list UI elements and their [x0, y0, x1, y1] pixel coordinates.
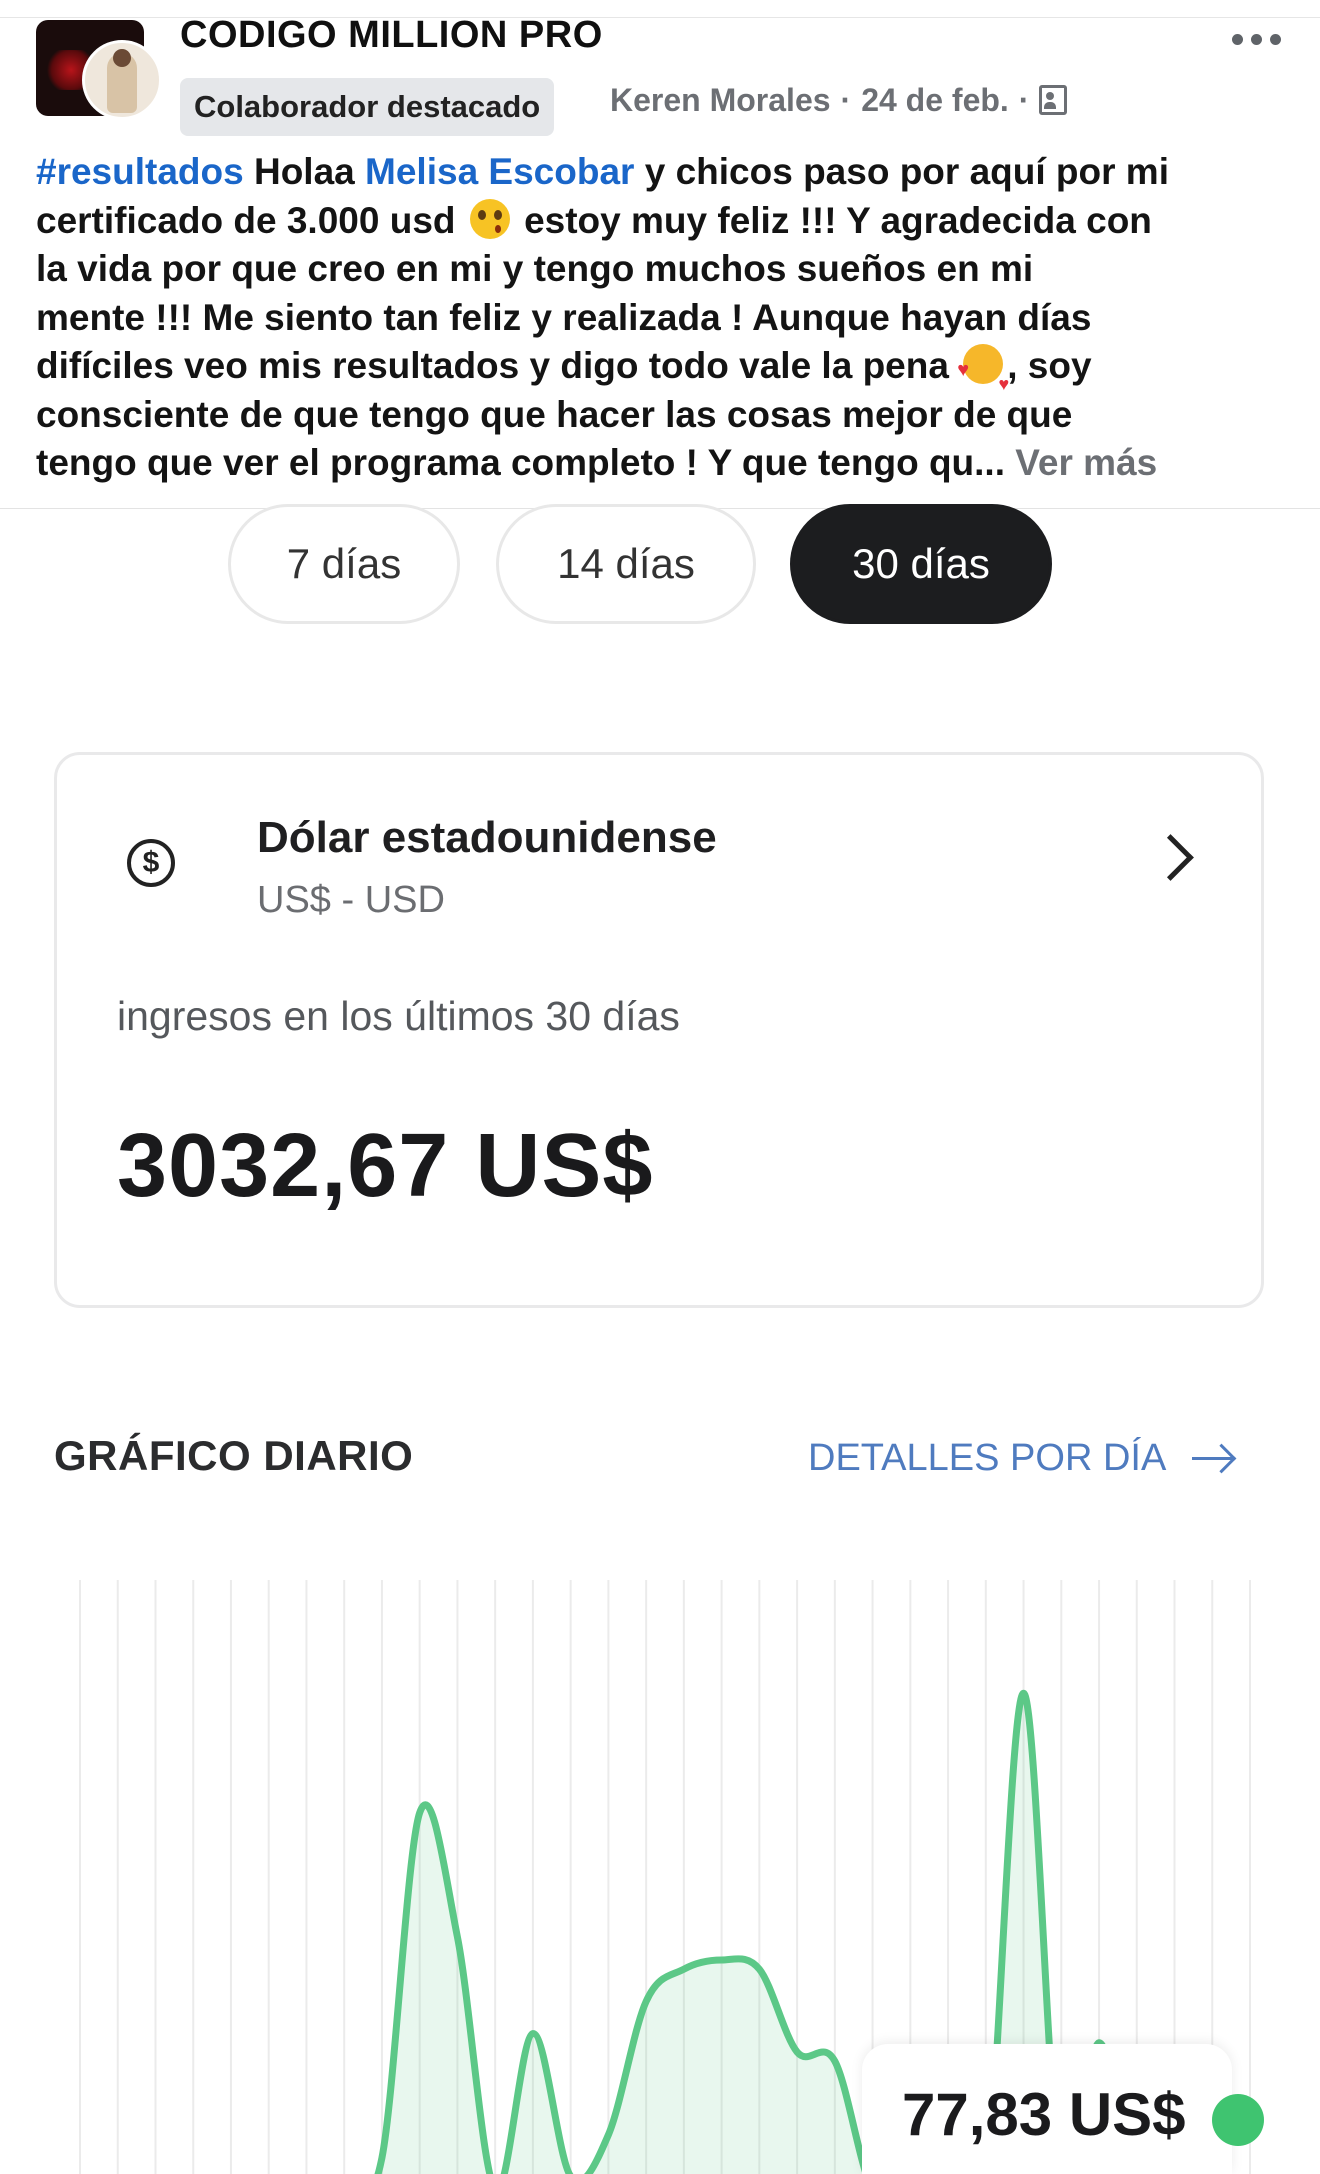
contributor-badge: Colaborador destacado	[180, 78, 555, 136]
tab-30-days[interactable]: 30 días	[790, 504, 1052, 624]
post-line: la vida por que creo en mi y tengo mucho…	[36, 248, 1034, 289]
details-by-day-link[interactable]: DETALLES POR DÍA	[808, 1434, 1234, 1482]
post-text-segment: y chicos paso por aquí por mi	[634, 151, 1169, 192]
post-text-segment: difíciles veo mis resultados y digo todo…	[36, 345, 960, 386]
see-more-link[interactable]: Ver más	[1015, 442, 1157, 483]
chart-tooltip: 77,83 US$	[862, 2044, 1232, 2174]
meta-separator: ·	[1018, 81, 1030, 118]
smiling-face-with-hearts-icon	[957, 344, 1009, 409]
currency-code: US$ - USD	[257, 879, 445, 921]
post-line: #resultados Holaa Melisa Escobar y chico…	[36, 148, 1296, 197]
income-value: 3032,67 US$	[117, 1116, 654, 1216]
more-options-icon[interactable]	[1232, 28, 1284, 50]
mention-link[interactable]: Melisa Escobar	[365, 151, 634, 192]
author-avatar[interactable]	[82, 40, 162, 120]
chevron-right-icon[interactable]	[1147, 834, 1194, 881]
post-line: consciente de que tengo que hacer las co…	[36, 393, 1073, 435]
group-name[interactable]: CODIGO MILLION PRO	[180, 14, 603, 57]
tab-7-days[interactable]: 7 días	[228, 504, 460, 624]
loudly-crying-face-icon	[469, 198, 510, 239]
post-date[interactable]: 24 de feb.	[861, 82, 1009, 119]
post-meta: Keren Morales · 24 de feb. ·	[610, 80, 1068, 120]
currency-card[interactable]: $ Dólar estadounidense US$ - USD ingreso…	[54, 752, 1264, 1308]
currency-name: Dólar estadounidense	[257, 813, 717, 862]
arrow-right-icon	[1192, 1448, 1234, 1468]
post-text-segment: certificado de 3.000 usd	[36, 199, 466, 241]
post-text-segment: tengo que ver el programa completo ! Y q…	[36, 442, 1016, 483]
post-body: #resultados Holaa Melisa Escobar y chico…	[36, 148, 1296, 488]
post-text-segment: , soy	[1007, 345, 1092, 386]
meta-separator: ·	[840, 81, 852, 118]
dollar-circle-icon: $	[127, 839, 175, 887]
income-label: ingresos en los últimos 30 días	[117, 993, 680, 1039]
series-dot-icon	[1212, 2094, 1264, 2146]
daily-chart-title: GRÁFICO DIARIO	[54, 1432, 414, 1479]
author-name[interactable]: Keren Morales	[610, 82, 831, 119]
post-line: tengo que ver el programa completo ! Y q…	[36, 439, 1296, 488]
group-members-icon	[1039, 85, 1068, 115]
post-line: certificado de 3.000 usd estoy muy feliz…	[36, 197, 1296, 246]
post-line: difíciles veo mis resultados y digo todo…	[36, 342, 1296, 409]
hashtag-link[interactable]: #resultados	[36, 151, 244, 192]
tab-14-days[interactable]: 14 días	[496, 504, 756, 624]
facebook-post: CODIGO MILLION PRO Colaborador destacado…	[0, 0, 1320, 509]
range-tabs: 7 días 14 días 30 días	[0, 504, 1320, 628]
tooltip-value: 77,83 US$	[902, 2081, 1186, 2148]
post-text-segment: Holaa	[243, 151, 366, 192]
details-by-day-label: DETALLES POR DÍA	[808, 1436, 1167, 1479]
post-text-segment: estoy muy feliz !!! Y agradecida con	[513, 199, 1152, 241]
post-line: mente !!! Me siento tan feliz y realizad…	[36, 296, 1092, 338]
